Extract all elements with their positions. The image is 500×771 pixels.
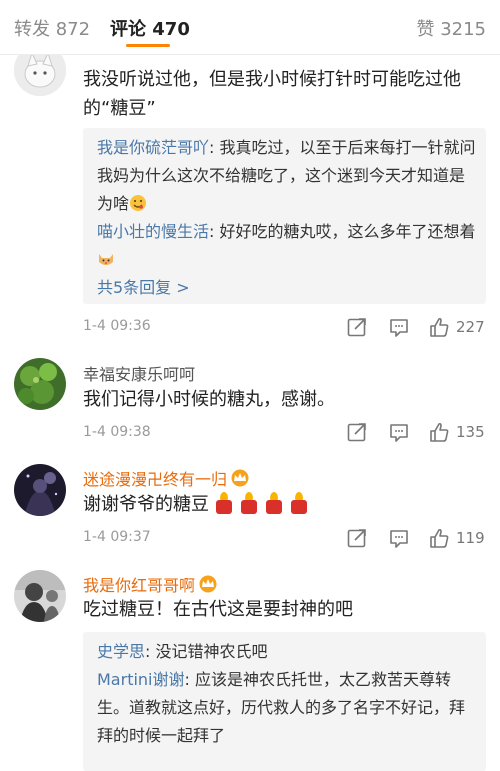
repost-icon[interactable]: [346, 526, 368, 550]
vip-crown-icon: [230, 469, 250, 491]
comment-icon[interactable]: [388, 526, 410, 550]
comment-time: 1-4 09:38: [83, 424, 151, 440]
candle-icon: [239, 492, 259, 514]
tab-repost[interactable]: 转发 872: [14, 15, 90, 41]
comment-username[interactable]: 我是你红哥哥啊: [83, 572, 218, 597]
avatar[interactable]: [14, 464, 66, 516]
cat-face-icon: [97, 249, 115, 277]
reply-box[interactable]: 史学思: 没记错神农氏吧 Martini谢谢: 应该是神农氏托世，太乙救苦天尊转…: [83, 632, 486, 771]
thumbs-up-icon[interactable]: [428, 315, 450, 339]
thumbs-up-icon[interactable]: [428, 420, 450, 444]
comment-icon[interactable]: [388, 420, 410, 444]
comment-actions: 119: [346, 526, 486, 550]
candle-icon: [214, 492, 234, 514]
comment-actions: 227: [346, 315, 486, 339]
active-tab-indicator: [126, 44, 170, 47]
tab-likes[interactable]: 赞 3215: [416, 15, 486, 41]
comment-text: 谢谢爷爷的糖豆: [83, 490, 483, 519]
reply-username[interactable]: 史学思: [97, 642, 145, 661]
avatar[interactable]: [14, 358, 66, 410]
comment-icon[interactable]: [388, 315, 410, 339]
comment-actions: 135: [346, 420, 486, 444]
reply-text: : 好好吃的糖丸哎，这么多年了还想着: [209, 222, 476, 241]
reply-item[interactable]: 史学思: 没记错神农氏吧: [97, 638, 477, 666]
username-text: 迷途漫漫卍终有一归: [83, 470, 228, 489]
thumbs-up-icon[interactable]: [428, 526, 450, 550]
reply-username[interactable]: 我是你硫茫哥吖: [97, 138, 209, 157]
reply-username[interactable]: 喵小壮的慢生活: [97, 222, 209, 241]
reply-text: : 没记错神农氏吧: [145, 642, 268, 661]
yummy-face-icon: [129, 193, 147, 221]
comment-text-content: 谢谢爷爷的糖豆: [83, 494, 209, 515]
vip-crown-icon: [198, 575, 218, 597]
like-count: 119: [456, 529, 485, 547]
avatar[interactable]: [14, 570, 66, 622]
repost-icon[interactable]: [346, 315, 368, 339]
view-more-replies-link[interactable]: 共5条回复 >: [97, 274, 190, 298]
reply-item[interactable]: Martini谢谢: 应该是神农氏托世，太乙救苦天尊转生。道教就这点好，历代救人…: [97, 666, 477, 750]
reply-item[interactable]: 喵小壮的慢生活: 好好吃的糖丸哎，这么多年了还想着: [97, 218, 477, 277]
like-count: 227: [456, 318, 485, 336]
comment-username[interactable]: 幸福安康乐呵呵: [83, 361, 195, 385]
username-text: 我是你红哥哥啊: [83, 576, 196, 595]
like-count: 135: [456, 423, 485, 441]
candle-icon: [289, 492, 309, 514]
comment-text: 吃过糖豆！在古代这是要封神的吧: [83, 599, 353, 620]
comment-text: 我没听说过他，但是我小时候打针时可能吃过他的“糖豆”: [83, 69, 461, 119]
repost-icon[interactable]: [346, 420, 368, 444]
reply-username[interactable]: Martini谢谢: [97, 670, 185, 689]
comment-tabs: 转发 872 评论 470 赞 3215: [0, 0, 500, 55]
reply-item[interactable]: 我是你硫茫哥吖: 我真吃过，以至于后来每打一针就问我妈为什么这次不给糖吃了，这个…: [97, 134, 477, 221]
candle-icon: [264, 492, 284, 514]
comment-text: 我们记得小时候的糖丸，感谢。: [83, 389, 335, 410]
comment-time: 1-4 09:37: [83, 529, 151, 545]
comment-time: 1-4 09:36: [83, 318, 151, 334]
reply-box[interactable]: 我是你硫茫哥吖: 我真吃过，以至于后来每打一针就问我妈为什么这次不给糖吃了，这个…: [83, 128, 486, 304]
comment-username[interactable]: 迷途漫漫卍终有一归: [83, 466, 250, 491]
